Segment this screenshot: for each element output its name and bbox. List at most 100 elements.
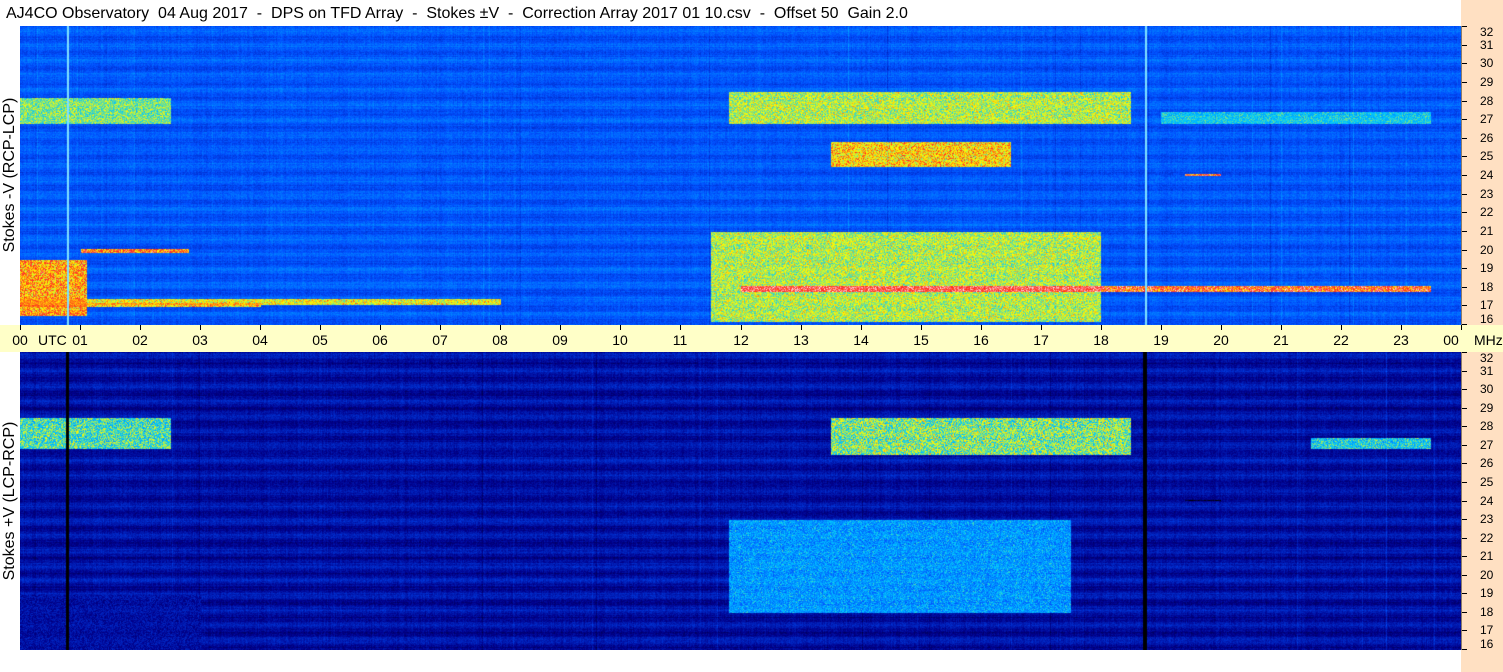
time-tick [560, 325, 561, 330]
time-tick-label: 09 [552, 332, 568, 348]
frequency-tick [1462, 250, 1467, 251]
frequency-tick [1462, 82, 1467, 83]
frequency-tick-label: 24 [1480, 494, 1494, 508]
frequency-tick-label: 18 [1480, 605, 1494, 619]
time-tick-label: 05 [312, 332, 328, 348]
time-tick-label: 23 [1393, 332, 1409, 348]
time-tick [440, 325, 441, 330]
time-tick-label: 02 [132, 332, 148, 348]
frequency-tick [1462, 649, 1467, 650]
time-axis: UTC MHz 00 01 02 03 04 05 06 07 08 09 10 11 12 13 14 15… [0, 325, 1503, 352]
time-tick-label: 20 [1213, 332, 1229, 348]
frequency-tick-label: 16 [1480, 312, 1494, 326]
frequency-tick-label: 23 [1480, 512, 1494, 526]
frequency-tick-label: 30 [1480, 382, 1494, 396]
time-tick-label: 06 [372, 332, 388, 348]
frequency-tick [1462, 389, 1467, 390]
frequency-tick-label: 19 [1480, 261, 1494, 275]
frequency-tick-label: 22 [1480, 205, 1494, 219]
frequency-tick [1462, 305, 1467, 306]
frequency-tick-label: 27 [1480, 112, 1494, 126]
time-axis-unit: UTC [38, 332, 67, 348]
time-tick [1401, 325, 1402, 330]
frequency-axis-unit: MHz [1474, 332, 1503, 348]
frequency-tick [1462, 212, 1467, 213]
frequency-tick-label: 31 [1480, 364, 1494, 378]
frequency-tick-label: 18 [1480, 280, 1494, 294]
y-axis-label-bottom: Stokes +V (LCP-RCP) [1, 421, 18, 581]
frequency-tick-label: 17 [1480, 298, 1494, 312]
time-tick [380, 325, 381, 330]
frequency-tick-label: 29 [1480, 401, 1494, 415]
frequency-tick [1462, 119, 1467, 120]
frequency-tick-label: 23 [1480, 187, 1494, 201]
time-tick-label: 01 [72, 332, 88, 348]
frequency-tick [1462, 519, 1467, 520]
time-tick-label: 15 [913, 332, 929, 348]
frequency-tick [1462, 538, 1467, 539]
frequency-tick-label: 28 [1480, 94, 1494, 108]
frequency-tick-label: 20 [1480, 568, 1494, 582]
frequency-axis-top: 16 17 18 19 20 21 22 23 24 25 26 27 28 29 30 31 32 [1461, 26, 1503, 325]
time-tick-label: 22 [1333, 332, 1349, 348]
frequency-tick-label: 32 [1480, 25, 1494, 39]
time-tick [200, 325, 201, 330]
time-tick-label: 03 [192, 332, 208, 348]
axis-corner-bottom [1461, 650, 1503, 672]
frequency-tick [1462, 463, 1467, 464]
frequency-tick-label: 25 [1480, 149, 1494, 163]
frequency-tick [1462, 630, 1467, 631]
time-tick-label: 14 [853, 332, 869, 348]
time-tick [1041, 325, 1042, 330]
frequency-tick [1462, 408, 1467, 409]
time-tick-label: 16 [973, 332, 989, 348]
time-tick [741, 325, 742, 330]
time-tick [620, 325, 621, 330]
time-tick-label: 00 [1443, 332, 1459, 348]
time-tick-label: 17 [1033, 332, 1049, 348]
frequency-tick-label: 26 [1480, 456, 1494, 470]
frequency-tick-label: 20 [1480, 243, 1494, 257]
frequency-tick [1462, 101, 1467, 102]
time-tick [801, 325, 802, 330]
time-tick [1161, 325, 1162, 330]
frequency-tick [1462, 556, 1467, 557]
frequency-tick [1462, 175, 1467, 176]
time-tick [921, 325, 922, 330]
time-tick [80, 325, 81, 330]
time-tick [320, 325, 321, 330]
frequency-tick [1462, 445, 1467, 446]
frequency-tick-label: 29 [1480, 75, 1494, 89]
time-tick [1101, 325, 1102, 330]
time-tick [1221, 325, 1222, 330]
spectrogram-stokes-plus-v [20, 352, 1461, 650]
frequency-tick-label: 16 [1480, 637, 1494, 651]
frequency-tick [1462, 268, 1467, 269]
frequency-tick [1462, 63, 1467, 64]
time-tick [1281, 325, 1282, 330]
frequency-tick [1462, 194, 1467, 195]
frequency-tick-label: 19 [1480, 586, 1494, 600]
time-tick [1341, 325, 1342, 330]
frequency-tick-label: 30 [1480, 56, 1494, 70]
time-tick-label: 19 [1153, 332, 1169, 348]
time-tick [140, 325, 141, 330]
frequency-tick-label: 17 [1480, 623, 1494, 637]
time-tick [680, 325, 681, 330]
frequency-tick-label: 26 [1480, 131, 1494, 145]
time-tick-label: 21 [1273, 332, 1289, 348]
frequency-tick [1462, 26, 1467, 27]
frequency-tick [1462, 501, 1467, 502]
frequency-tick [1462, 231, 1467, 232]
frequency-tick [1462, 138, 1467, 139]
frequency-tick-label: 27 [1480, 438, 1494, 452]
frequency-tick [1462, 287, 1467, 288]
frequency-tick [1462, 612, 1467, 613]
time-tick-label: 10 [612, 332, 628, 348]
y-axis-label-top: Stokes -V (RCP-LCP) [1, 97, 18, 253]
frequency-tick [1462, 593, 1467, 594]
spectrogram-stokes-minus-v [20, 26, 1461, 325]
chart-title: AJ4CO Observatory 04 Aug 2017 - DPS on T… [6, 5, 908, 22]
frequency-tick-label: 31 [1480, 38, 1494, 52]
time-tick-label: 11 [672, 332, 688, 348]
